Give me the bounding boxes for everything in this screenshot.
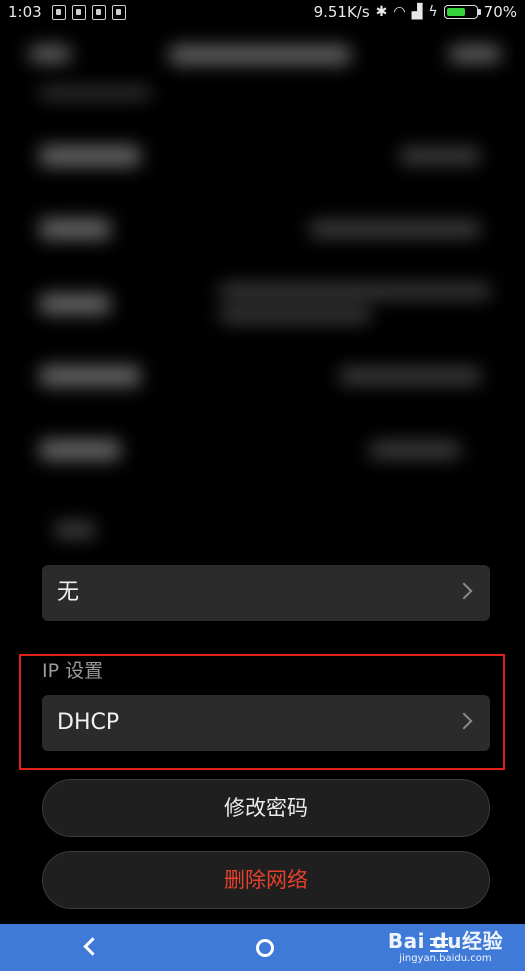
blurred-block <box>370 442 460 458</box>
delete-network-button[interactable]: 删除网络 <box>42 851 490 909</box>
home-icon[interactable] <box>256 939 274 957</box>
highlight-annotation-box <box>19 654 505 770</box>
wifi-icon: ◠ <box>393 4 406 20</box>
blurred-block <box>310 221 480 237</box>
bluetooth-icon: ✱ <box>375 4 388 20</box>
notification-icon <box>72 5 86 20</box>
blurred-block <box>220 284 490 298</box>
proxy-row[interactable]: 无 <box>42 565 490 621</box>
status-indicators: 9.51K/s ✱ ◠ ▟ ϟ 70% <box>314 3 517 21</box>
watermark-sub: jingyan.baidu.com <box>399 953 492 964</box>
blurred-block <box>30 46 70 62</box>
blurred-block <box>40 440 120 460</box>
blurred-block <box>170 46 350 64</box>
notification-icon <box>52 5 66 20</box>
blurred-block <box>40 366 140 386</box>
back-icon[interactable] <box>83 937 102 956</box>
blurred-block <box>40 294 110 314</box>
notification-icon <box>112 5 126 20</box>
baidu-jingyan-watermark: Bai du经验 jingyan.baidu.com <box>388 925 503 964</box>
blurred-block <box>40 219 110 239</box>
blurred-block <box>40 146 140 166</box>
watermark-main: Bai du经验 <box>387 929 503 953</box>
blurred-block <box>55 522 95 538</box>
change-password-button[interactable]: 修改密码 <box>42 779 490 837</box>
blurred-content-layer <box>10 26 515 568</box>
charging-icon: ϟ <box>428 4 438 20</box>
chevron-right-icon <box>455 582 473 600</box>
blurred-content <box>10 26 515 568</box>
battery-percent: 70% <box>483 3 517 21</box>
battery-fill <box>446 8 466 16</box>
blurred-block <box>340 368 480 384</box>
proxy-value: 无 <box>57 580 80 605</box>
notification-icon <box>92 5 106 20</box>
blurred-block <box>220 308 370 322</box>
status-bar: 1:03 9.51K/s ✱ ◠ ▟ ϟ 70% <box>0 0 525 26</box>
blurred-block <box>40 88 150 98</box>
signal-icon: ▟ <box>411 4 423 20</box>
blurred-block <box>450 46 500 62</box>
battery-icon <box>443 5 481 19</box>
network-speed: 9.51K/s <box>313 3 370 21</box>
status-time: 1:03 <box>8 3 42 21</box>
notification-icons <box>52 5 126 20</box>
blurred-block <box>400 148 480 164</box>
